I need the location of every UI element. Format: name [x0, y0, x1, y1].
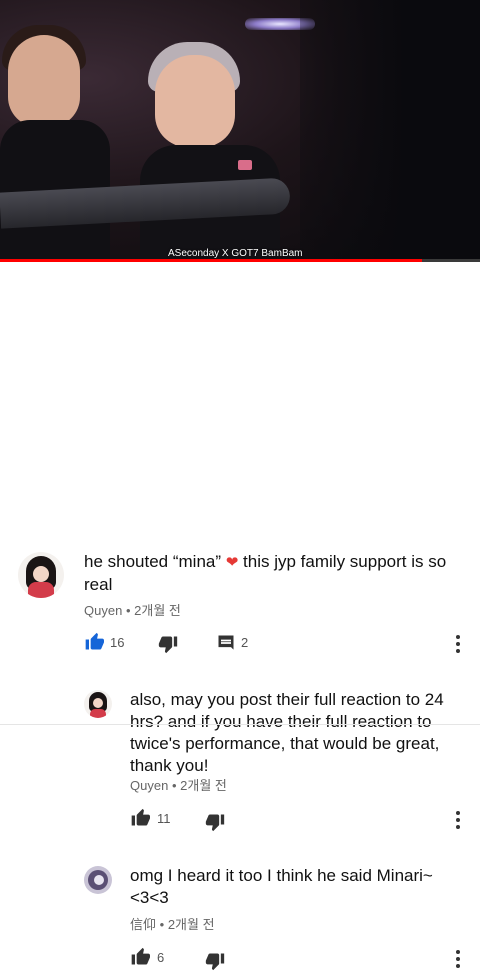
girl-avatar-icon[interactable]	[18, 552, 64, 598]
user-avatar-icon[interactable]	[84, 866, 112, 894]
heart-icon: ❤	[225, 554, 239, 571]
reply-text: omg I heard it too I think he said Minar…	[130, 866, 433, 907]
like-count: 16	[110, 635, 125, 650]
comment-meta: Quyen • 2개월 전	[84, 600, 181, 619]
reply-time: 2개월 전	[180, 778, 227, 793]
person-left-face	[8, 35, 80, 127]
dislike-icon[interactable]	[205, 812, 225, 832]
reply-icon[interactable]	[216, 633, 236, 653]
video-progress-fill	[0, 259, 423, 262]
dislike-icon[interactable]	[205, 951, 225, 971]
more-options-icon[interactable]	[456, 635, 460, 656]
reply-text: also, may you post their full reaction t…	[130, 690, 444, 775]
meta-separator: •	[159, 917, 165, 932]
reply-time: 2개월 전	[167, 917, 215, 932]
like-count: 6	[157, 950, 165, 965]
like-count: 11	[157, 811, 171, 826]
meta-separator: •	[171, 778, 177, 793]
more-options-icon[interactable]	[456, 950, 460, 971]
video-caption: ASeconday X GOT7 BamBam	[168, 248, 303, 259]
girl-avatar-icon[interactable]	[84, 690, 112, 718]
shirt-pin	[238, 160, 252, 170]
comment-author[interactable]: Quyen	[84, 603, 122, 618]
more-options-icon[interactable]	[456, 811, 460, 832]
comment-text-start: he shouted “mina”	[84, 552, 226, 571]
like-icon[interactable]	[130, 947, 150, 967]
video-progress-bar[interactable]	[0, 259, 480, 262]
like-icon[interactable]	[130, 808, 150, 828]
reply-meta: 信仰 • 2개월 전	[130, 914, 215, 933]
comment-text: he shouted “mina” ❤ this jyp family supp…	[84, 551, 464, 596]
reply-author[interactable]: 信仰	[130, 917, 156, 932]
divider	[0, 724, 480, 725]
person-center-face	[155, 55, 235, 147]
reply-count: 2	[241, 635, 249, 650]
meta-separator: •	[125, 603, 131, 618]
like-icon[interactable]	[84, 632, 104, 652]
comment-time: 2개월 전	[134, 603, 181, 618]
reply-author[interactable]: Quyen	[130, 778, 168, 793]
video-player[interactable]: ASeconday X GOT7 BamBam	[0, 0, 480, 262]
dislike-icon[interactable]	[158, 634, 178, 654]
reply-meta: Quyen • 2개월 전	[130, 775, 227, 794]
dark-foreground	[300, 0, 480, 262]
